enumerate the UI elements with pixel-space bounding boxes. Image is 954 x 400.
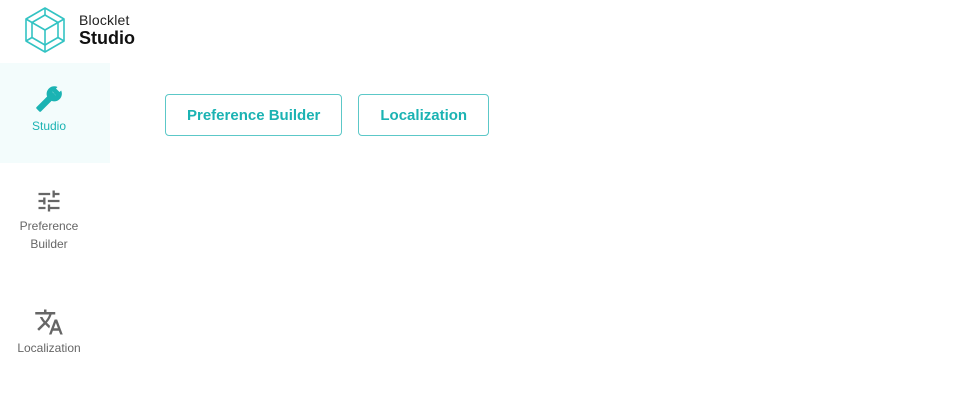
sidebar-item-preference-builder[interactable]: Preference Builder (0, 163, 98, 283)
sidebar-item-label: Localization (17, 341, 81, 355)
sidebar-item-studio[interactable]: Studio (0, 63, 110, 163)
logo-text: Blocklet Studio (79, 13, 135, 47)
sidebar-item-label-line2: Builder (30, 237, 68, 251)
blocklet-hexagon-icon (25, 7, 65, 53)
app-root: Blocklet Studio Studio Preference Builde… (0, 0, 954, 400)
preference-builder-button[interactable]: Preference Builder (165, 94, 343, 136)
logo-line1: Blocklet (79, 12, 130, 28)
sliders-icon (38, 190, 60, 212)
sidebar-item-label: Studio (31, 119, 67, 133)
logo-line2: Studio (79, 28, 135, 48)
sidebar-item-localization[interactable]: Localization (0, 283, 98, 383)
translate-icon (35, 309, 63, 335)
sidebar: Studio Preference Builder Localization (0, 63, 110, 383)
tools-icon (36, 86, 62, 112)
main-content: Preference Builder Localization (165, 94, 490, 136)
localization-button[interactable]: Localization (358, 94, 490, 136)
logo[interactable]: Blocklet Studio (21, 6, 135, 54)
sidebar-item-label-line1: Preference (19, 219, 79, 233)
